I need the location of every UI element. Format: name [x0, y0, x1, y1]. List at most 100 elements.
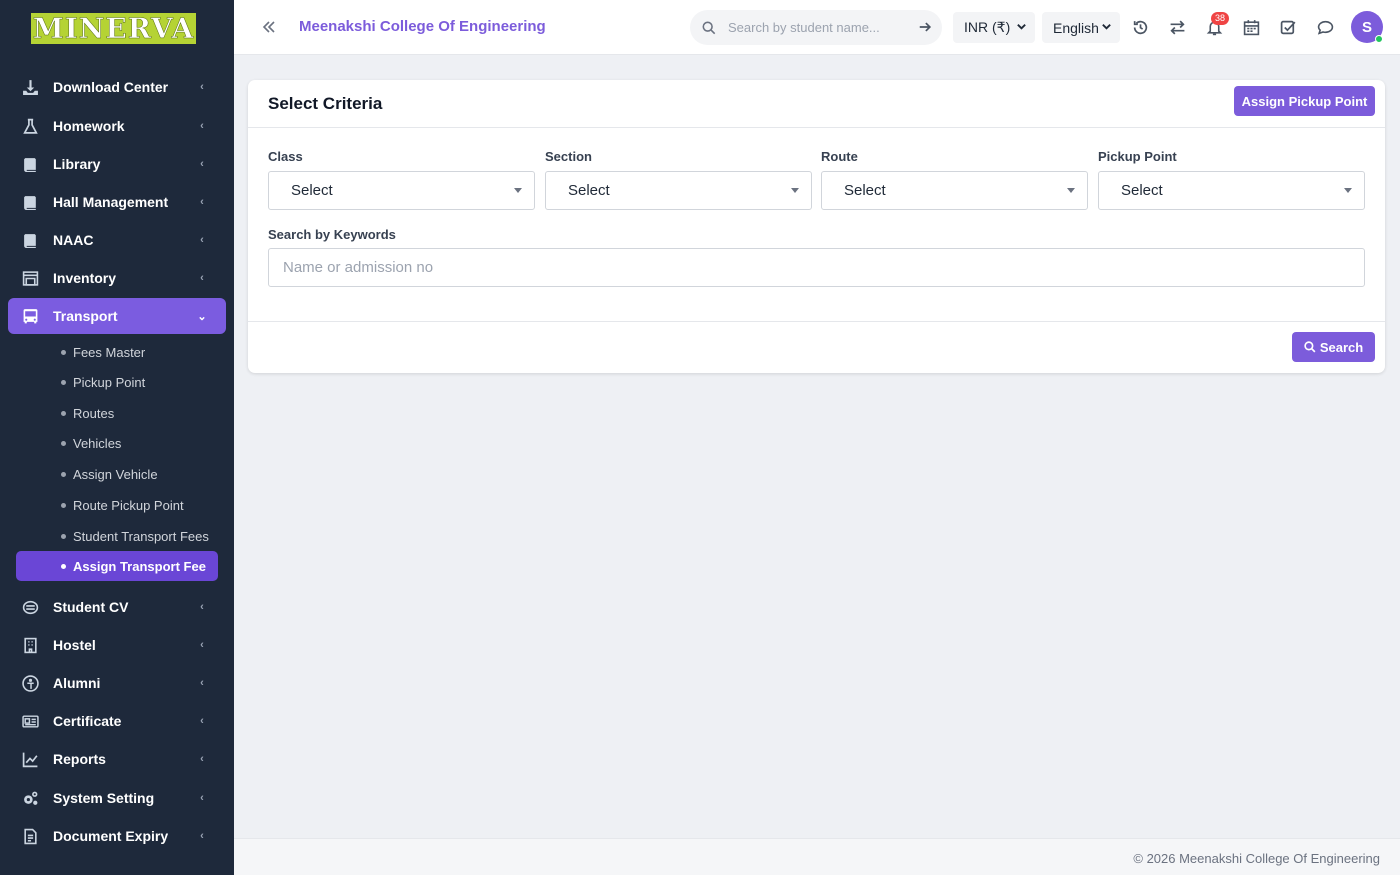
currency-value: INR (₹) — [964, 19, 1011, 35]
chevron-down-icon: ⌄ — [197, 310, 207, 323]
student-search-input[interactable] — [728, 20, 903, 35]
chevron-left-icon: ‹ — [200, 196, 204, 208]
search-icon — [702, 21, 716, 34]
bullet-icon — [61, 563, 66, 569]
sidebar-subitem-student-transport-fees[interactable]: Student Transport Fees — [16, 521, 218, 551]
class-select[interactable]: Select — [268, 171, 535, 210]
history-icon[interactable] — [1132, 19, 1149, 36]
calendar-icon[interactable] — [1243, 19, 1260, 36]
page-footer: © 2026 Meenakshi College Of Engineering — [234, 838, 1400, 875]
search-button[interactable]: Search — [1292, 332, 1375, 362]
chevron-left-icon: ‹ — [200, 715, 204, 727]
sidebar-item-label: System Setting — [53, 790, 155, 806]
sidebar-item-hall-management[interactable]: Hall Management ‹ — [8, 184, 226, 220]
collapse-sidebar-icon[interactable] — [260, 17, 278, 37]
sidebar-subitem-route-pickup-point[interactable]: Route Pickup Point — [16, 490, 218, 520]
language-select[interactable]: English — [1042, 12, 1120, 43]
switch-arrows-icon[interactable] — [1169, 19, 1186, 36]
notification-badge: 38 — [1211, 12, 1230, 25]
route-label: Route — [821, 149, 858, 164]
sidebar-item-inventory[interactable]: Inventory ‹ — [8, 260, 226, 296]
bullet-icon — [61, 349, 66, 355]
flask-icon — [22, 118, 39, 135]
caret-down-icon — [791, 188, 799, 193]
bullet-icon — [61, 471, 66, 477]
select-criteria-card: Select Criteria Assign Pickup Point Clas… — [248, 80, 1385, 373]
sidebar-subitem-fees-master[interactable]: Fees Master — [16, 337, 218, 367]
sidebar-item-system-setting[interactable]: System Setting ‹ — [8, 780, 226, 816]
task-check-icon[interactable] — [1280, 19, 1297, 36]
arrow-right-icon[interactable] — [918, 20, 932, 34]
sidebar-item-homework[interactable]: Homework ‹ — [8, 108, 226, 144]
sidebar-subitem-routes[interactable]: Routes — [16, 398, 218, 428]
sidebar-item-label: Document Expiry — [53, 828, 169, 844]
sidebar-item-label: Certificate — [53, 713, 122, 729]
sidebar-item-document-expiry[interactable]: Document Expiry ‹ — [8, 818, 226, 854]
sidebar-item-reports[interactable]: Reports ‹ — [8, 741, 226, 777]
certificate-icon — [22, 713, 39, 730]
keyword-label: Search by Keywords — [268, 227, 396, 242]
sidebar-item-library[interactable]: Library ‹ — [8, 146, 226, 182]
sidebar-item-label: Homework — [53, 118, 125, 134]
chevron-left-icon: ‹ — [200, 272, 204, 284]
sidebar-item-download-center[interactable]: Download Center ‹ — [8, 69, 226, 105]
bullet-icon — [61, 502, 66, 508]
chevron-down-icon — [1017, 24, 1026, 30]
chevron-left-icon: ‹ — [200, 234, 204, 246]
logo-text: MINERVA — [32, 12, 195, 46]
search-button-label: Search — [1319, 339, 1364, 355]
sidebar-subitem-label: Student Transport Fees — [73, 528, 209, 544]
card-title: Select Criteria — [268, 94, 383, 113]
divider — [248, 321, 1385, 322]
bus-icon — [22, 308, 39, 325]
top-header: Meenakshi College Of Engineering INR (₹)… — [234, 0, 1400, 55]
sidebar-item-label: Hostel — [53, 637, 96, 653]
assign-pickup-point-button[interactable]: Assign Pickup Point — [1234, 86, 1375, 116]
sidebar-item-label: Hall Management — [53, 194, 169, 210]
sidebar-subitem-vehicles[interactable]: Vehicles — [16, 428, 218, 458]
bullet-icon — [61, 410, 66, 416]
book-icon — [22, 156, 39, 173]
sidebar-subitem-assign-transport-fee[interactable]: Assign Transport Fee — [16, 551, 218, 581]
sidebar-item-certificate[interactable]: Certificate ‹ — [8, 703, 226, 739]
sidebar-item-hostel[interactable]: Hostel ‹ — [8, 627, 226, 663]
pickup-point-select[interactable]: Select — [1098, 171, 1365, 210]
sidebar-item-label: Student CV — [53, 599, 129, 615]
sidebar-subitem-pickup-point[interactable]: Pickup Point — [16, 367, 218, 397]
sidebar-item-label: Library — [53, 156, 101, 172]
sidebar-item-label: NAAC — [53, 232, 94, 248]
sidebar-item-student-cv[interactable]: Student CV ‹ — [8, 589, 226, 625]
logo: MINERVA — [31, 12, 196, 46]
chevron-left-icon: ‹ — [200, 120, 204, 132]
class-select-value: Select — [291, 182, 333, 199]
language-value: English — [1053, 19, 1099, 36]
pickup-point-select-value: Select — [1121, 182, 1163, 199]
section-label: Section — [545, 149, 592, 164]
sidebar-subitem-label: Route Pickup Point — [73, 497, 184, 513]
bullet-icon — [61, 379, 66, 385]
sidebar-item-transport[interactable]: Transport ⌄ — [8, 298, 226, 334]
sidebar-item-alumni[interactable]: Alumni ‹ — [8, 665, 226, 701]
card-header: Select Criteria Assign Pickup Point — [248, 80, 1385, 128]
sidebar-item-label: Download Center — [53, 79, 169, 95]
currency-select[interactable]: INR (₹) — [953, 12, 1035, 43]
college-title[interactable]: Meenakshi College Of Engineering — [299, 18, 546, 35]
route-select-value: Select — [844, 182, 886, 199]
sidebar-item-naac[interactable]: NAAC ‹ — [8, 222, 226, 258]
chevron-left-icon: ‹ — [200, 601, 204, 613]
sidebar-subitem-label: Fees Master — [73, 344, 146, 360]
book-icon — [22, 232, 39, 249]
route-select[interactable]: Select — [821, 171, 1088, 210]
chevron-left-icon: ‹ — [200, 158, 204, 170]
section-select[interactable]: Select — [545, 171, 812, 210]
chat-icon[interactable] — [1317, 19, 1334, 36]
inventory-icon — [22, 270, 39, 287]
keyword-search-input[interactable] — [268, 248, 1365, 287]
chevron-left-icon: ‹ — [200, 81, 204, 93]
gears-icon — [22, 790, 39, 807]
class-label: Class — [268, 149, 303, 164]
document-icon — [22, 828, 39, 845]
caret-down-icon — [1067, 188, 1075, 193]
sidebar-subitem-assign-vehicle[interactable]: Assign Vehicle — [16, 459, 218, 489]
book-icon — [22, 194, 39, 211]
